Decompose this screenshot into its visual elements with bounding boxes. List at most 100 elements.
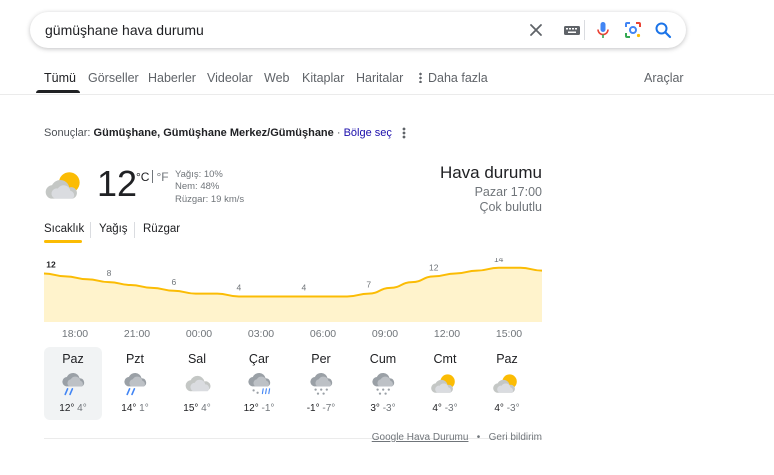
day-temperature: 4° -3° (478, 403, 536, 414)
day-name: Cmt (433, 352, 457, 366)
results-dot: · (333, 127, 344, 139)
weather-time: Pazar 17:00 (474, 185, 542, 199)
day-high: 4° (432, 403, 442, 414)
day-temperature: -1° -7° (292, 403, 350, 414)
clear-icon[interactable] (526, 20, 546, 40)
day-high: 3° (370, 403, 380, 414)
lens-camera-icon[interactable] (623, 20, 643, 40)
more-options-icon[interactable] (402, 127, 406, 139)
tab-videos[interactable]: Videolar (207, 71, 253, 85)
search-bar[interactable]: gümüşhane hava durumu (30, 12, 686, 48)
hour-tick-label: 21:00 (123, 328, 151, 340)
day-forecast[interactable]: Pzt 14° 1° (106, 347, 164, 420)
current-temperature: 12 (97, 163, 138, 204)
day-name: Çar (248, 352, 270, 366)
results-prefix: Sonuçlar: (44, 127, 91, 139)
day-low: 4° (201, 403, 211, 414)
subtab-precipitation[interactable]: Yağış (99, 223, 128, 235)
day-forecast[interactable]: Sal 15° 4° (168, 347, 226, 420)
temperature-label: 12 (429, 262, 439, 272)
tab-all[interactable]: Tümü (44, 71, 76, 85)
day-forecast[interactable]: Cmt 4° -3° (416, 347, 474, 420)
day-forecast[interactable]: Çar 12° -1° (230, 347, 288, 420)
fahrenheit-button[interactable]: °F (156, 170, 168, 184)
sleet-cloud-icon (244, 369, 276, 399)
tools-button[interactable]: Araçlar (644, 71, 684, 85)
celsius-button[interactable]: °C (136, 170, 149, 184)
day-low: 4° (77, 403, 87, 414)
snow-cloud-icon (306, 369, 338, 399)
day-forecast[interactable]: Cum 3° -3° (354, 347, 412, 420)
day-high: 12° (243, 403, 259, 414)
temperature-chart[interactable]: 12 8 6 4 4 7 12 14 (44, 258, 542, 322)
region-select-link[interactable]: Bölge seç (344, 127, 392, 139)
microphone-icon[interactable] (593, 20, 613, 40)
partly-cloudy-icon (44, 168, 90, 204)
unit-divider (152, 170, 154, 183)
day-low: -3° (444, 403, 458, 414)
active-tab-indicator (36, 90, 80, 93)
temperature-label: 12 (46, 260, 56, 270)
day-temperature: 15° 4° (168, 403, 226, 414)
day-high: 14° (121, 403, 137, 414)
feedback-link[interactable]: Geri bildirim (489, 432, 542, 443)
day-low: -3° (506, 403, 520, 414)
day-temperature: 12° -1° (230, 403, 288, 414)
results-location-name: Gümüşhane, Gümüşhane Merkez/Gümüşhane (93, 127, 334, 139)
tab-more-label: Daha fazla (428, 71, 488, 85)
temperature-label: 4 (301, 283, 306, 293)
tab-maps[interactable]: Haritalar (356, 71, 403, 85)
temperature-area (44, 267, 542, 322)
active-subtab-indicator (44, 240, 82, 243)
partly-cloudy-icon (430, 369, 462, 399)
day-temperature: 3° -3° (354, 403, 412, 414)
subtab-temperature[interactable]: Sıcaklık (44, 223, 84, 235)
tab-books[interactable]: Kitaplar (302, 71, 344, 85)
weather-condition: Çok bulutlu (479, 200, 542, 214)
weather-title: Hava durumu (439, 163, 542, 182)
subtab-divider (90, 222, 91, 238)
day-low: -3° (382, 403, 396, 414)
day-name: Cum (369, 352, 397, 366)
day-low: 1° (139, 403, 149, 414)
tab-images[interactable]: Görseller (88, 71, 139, 85)
day-low: -1° (261, 403, 275, 414)
rain-cloud-icon (120, 369, 152, 399)
cloud-icon (182, 369, 214, 399)
more-vert-icon (419, 72, 422, 83)
day-temperature: 14° 1° (106, 403, 164, 414)
temperature-label: 8 (107, 268, 112, 278)
temperature-label: 6 (172, 277, 177, 287)
hour-tick-label: 18:00 (61, 328, 89, 340)
weather-details: Yağış: 10% Nem: 48% Rüzgar: 19 km/s (175, 169, 244, 206)
tab-web[interactable]: Web (264, 71, 289, 85)
keyboard-icon[interactable] (562, 20, 582, 40)
wind-text: Rüzgar: 19 km/s (175, 193, 245, 205)
tab-more[interactable]: Daha fazla (419, 71, 488, 85)
google-weather-link[interactable]: Google Hava Durumu (372, 432, 469, 443)
day-temperature: 4° -3° (416, 403, 474, 414)
day-forecast[interactable]: Per -1° -7° (292, 347, 350, 420)
search-icon[interactable] (653, 20, 673, 40)
hour-tick-label: 09:00 (371, 328, 399, 340)
day-forecast[interactable]: Paz 4° -3° (478, 347, 536, 420)
hour-tick-label: 00:00 (185, 328, 213, 340)
search-input[interactable]: gümüşhane hava durumu (45, 22, 204, 38)
subtab-wind[interactable]: Rüzgar (143, 223, 180, 235)
footer: Google Hava Durumu • Geri bildirim (372, 432, 542, 443)
day-high: 15° (183, 403, 199, 414)
hour-tick-label: 06:00 (309, 328, 337, 340)
temperature-label: 7 (366, 280, 371, 290)
tab-news[interactable]: Haberler (148, 71, 196, 85)
day-name: Sal (187, 352, 207, 366)
temperature-label: 14 (494, 258, 504, 264)
subtab-divider (134, 222, 135, 238)
day-high: 12° (59, 403, 75, 414)
day-forecast[interactable]: Paz 12° 4° (44, 347, 102, 420)
hour-tick-label: 15:00 (495, 328, 523, 340)
precipitation-text: Yağış: 10% (175, 169, 223, 180)
day-name: Pzt (125, 352, 145, 366)
hour-axis: 18:00 21:00 00:00 03:00 06:00 09:00 12:00 15:00 (44, 328, 542, 342)
temperature-label: 4 (237, 283, 242, 293)
footer-bullet: • (476, 432, 481, 443)
